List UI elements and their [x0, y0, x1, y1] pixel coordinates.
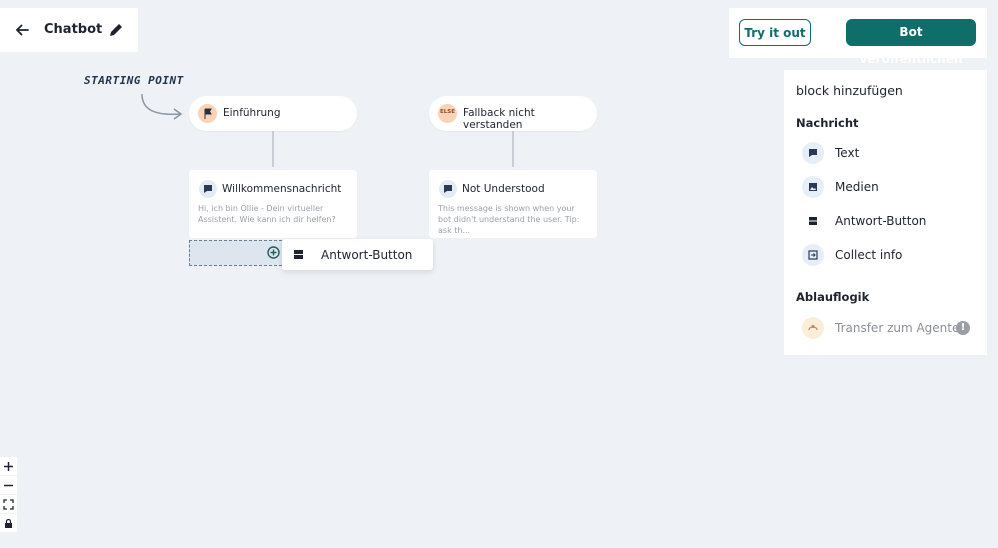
connector-line: [272, 131, 274, 167]
card-body: This message is shown when your bot didn…: [438, 204, 580, 235]
trigger-label: Einführung: [223, 107, 281, 119]
block-item-label: Transfer zum Agenten: [835, 321, 967, 335]
block-item-antwort-button[interactable]: Antwort-Button: [802, 210, 982, 232]
lock-icon[interactable]: [0, 514, 17, 533]
zoom-controls: [0, 457, 17, 533]
block-item-text[interactable]: Text: [802, 142, 982, 164]
block-item-transfer-agent[interactable]: Transfer zum Agenten !: [802, 317, 982, 339]
block-item-collect-info[interactable]: Collect info: [802, 244, 982, 266]
warning-icon[interactable]: !: [956, 321, 970, 335]
dragging-block-antwort-button[interactable]: Antwort-Button: [282, 239, 433, 270]
card-body: Hi, ich bin Ollie - Dein virtueller Assi…: [198, 204, 336, 224]
zoom-out-icon[interactable]: [0, 476, 17, 495]
chatbot-header: Chatbot: [0, 8, 138, 52]
message-card-willkommen[interactable]: Willkommensnachricht Hi, ich bin Ollie -…: [189, 170, 357, 238]
starting-point-label: STARTING POINT: [84, 74, 184, 87]
button-block-icon: [802, 210, 824, 232]
flag-icon: [198, 104, 217, 123]
section-heading-nachricht: Nachricht: [796, 116, 859, 130]
add-block-panel: block hinzufügen Nachricht Text Medien A…: [784, 70, 987, 355]
publish-bot-button[interactable]: Bot veröffentlichen: [846, 19, 976, 66]
message-card-not-understood[interactable]: Not Understood This message is shown whe…: [429, 170, 597, 238]
block-item-label: Collect info: [835, 248, 903, 262]
block-item-label: Text: [835, 146, 860, 160]
starting-arrow-icon: [141, 93, 183, 120]
card-title: Willkommensnachricht: [222, 183, 342, 195]
page-title: Chatbot: [44, 22, 103, 37]
panel-title: block hinzufügen: [796, 83, 903, 98]
trigger-label: Fallback nicht verstanden: [463, 107, 535, 131]
card-title: Not Understood: [462, 183, 545, 195]
zoom-in-icon[interactable]: [0, 457, 17, 476]
try-it-out-button[interactable]: Try it out: [739, 19, 811, 46]
image-icon: [802, 176, 824, 198]
fit-view-icon[interactable]: [0, 495, 17, 514]
button-block-icon: [294, 250, 303, 259]
input-icon: [802, 244, 824, 266]
action-bar: Try it out Bot veröffentlichen: [729, 8, 987, 66]
block-item-label: Medien: [835, 180, 879, 194]
message-icon: [439, 180, 457, 198]
else-icon: ELSE: [438, 104, 457, 123]
arrow-left-icon[interactable]: [14, 22, 30, 38]
pencil-icon[interactable]: [108, 22, 124, 38]
block-item-medien[interactable]: Medien: [802, 176, 982, 198]
dragging-label: Antwort-Button: [321, 248, 413, 262]
connector-line: [512, 131, 514, 167]
section-heading-ablauflogik: Ablauflogik: [796, 290, 870, 304]
block-item-label: Antwort-Button: [835, 214, 927, 228]
message-icon: [199, 180, 217, 198]
agent-icon: [802, 317, 824, 339]
trigger-einfuehrung[interactable]: Einführung: [189, 96, 357, 131]
message-icon: [802, 142, 824, 164]
trigger-fallback[interactable]: ELSE Fallback nicht verstanden: [429, 96, 597, 131]
plus-circle-icon: [267, 246, 280, 259]
